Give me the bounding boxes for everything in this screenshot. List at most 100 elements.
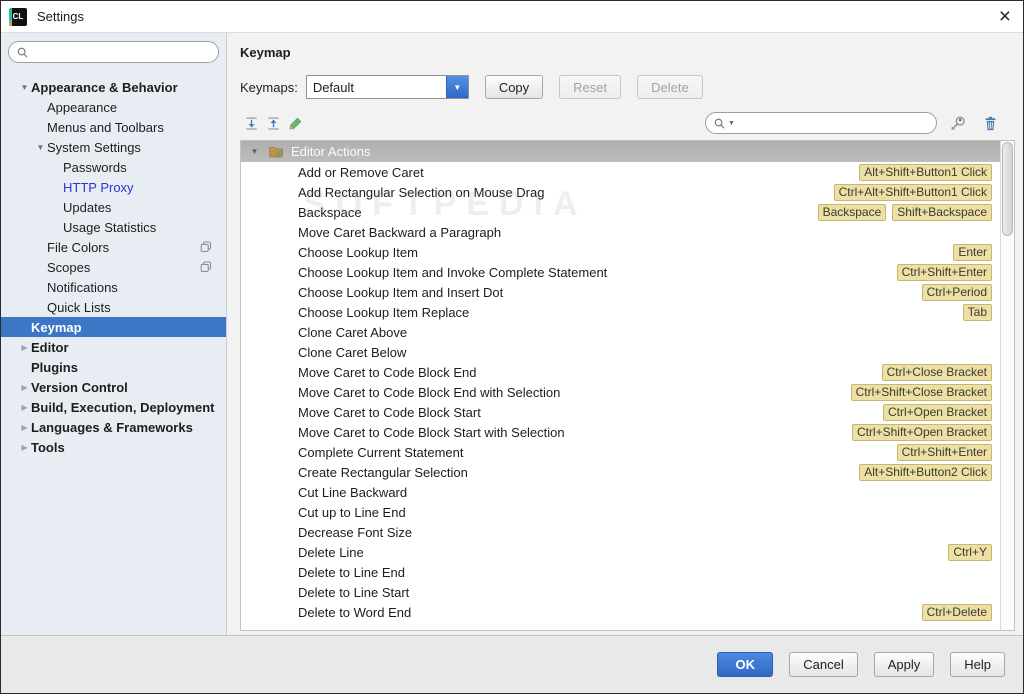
dialog-footer: OK Cancel Apply Help	[1, 635, 1023, 693]
group-expanded-triangle-icon[interactable]: ▼	[248, 147, 261, 156]
cancel-button[interactable]: Cancel	[789, 652, 858, 677]
keymap-action-row[interactable]: Add or Remove Caret Alt+Shift+Button1 Cl…	[241, 162, 1000, 182]
keymap-action-row[interactable]: Choose Lookup Item and Invoke Complete S…	[241, 262, 1000, 282]
tree-triangle-icon[interactable]: ▼	[18, 83, 31, 92]
window-title: Settings	[37, 9, 84, 24]
actions-search-input[interactable]	[738, 116, 928, 130]
sidebar-item-notifications[interactable]: Notifications	[1, 277, 226, 297]
sidebar-search-box[interactable]	[8, 41, 219, 63]
sidebar-item-build-execution-deployment[interactable]: ▶ Build, Execution, Deployment	[1, 397, 226, 417]
keymap-action-row[interactable]: Move Caret to Code Block Start Ctrl+Open…	[241, 402, 1000, 422]
keymap-action-row[interactable]: Clone Caret Below	[241, 342, 1000, 362]
tree-triangle-icon[interactable]: ▶	[18, 423, 31, 432]
keymap-action-row[interactable]: Move Caret to Code Block End with Select…	[241, 382, 1000, 402]
tree-triangle-icon[interactable]: ▶	[18, 443, 31, 452]
keymap-combobox[interactable]: Default ▼	[305, 75, 469, 99]
action-label: Clone Caret Below	[298, 344, 407, 360]
keymap-action-row[interactable]: Cut Line Backward	[241, 482, 1000, 502]
shortcut-badge: Ctrl+Shift+Close Bracket	[850, 383, 992, 401]
expand-all-button[interactable]	[240, 113, 262, 133]
chevron-down-icon[interactable]: ▼	[445, 76, 468, 98]
sidebar-item-label: Scopes	[47, 259, 91, 275]
title-bar: CL Settings ×	[1, 1, 1023, 33]
keymap-action-row[interactable]: Delete to Word End Ctrl+Delete	[241, 602, 1000, 622]
action-label: Complete Current Statement	[298, 444, 464, 460]
tree-triangle-icon[interactable]: ▼	[34, 143, 47, 152]
keymap-action-row[interactable]: Complete Current Statement Ctrl+Shift+En…	[241, 442, 1000, 462]
actions-group-label: Editor Actions	[291, 144, 371, 159]
sidebar-item-quick-lists[interactable]: Quick Lists	[1, 297, 226, 317]
actions-rows-container: Add or Remove Caret Alt+Shift+Button1 Cl…	[241, 162, 1000, 622]
remove-shortcut-button[interactable]	[979, 113, 1001, 133]
find-actions-by-shortcut-button[interactable]	[947, 113, 969, 133]
edit-shortcut-button[interactable]	[284, 113, 306, 133]
sidebar-item-tools[interactable]: ▶ Tools	[1, 437, 226, 457]
help-button[interactable]: Help	[950, 652, 1005, 677]
action-label: Move Caret to Code Block End	[298, 364, 477, 380]
tree-triangle-icon[interactable]: ▶	[18, 403, 31, 412]
shortcut-badge: Ctrl+Y	[948, 543, 992, 561]
keymap-action-row[interactable]: Create Rectangular Selection Alt+Shift+B…	[241, 462, 1000, 482]
sidebar-item-editor[interactable]: ▶ Editor	[1, 337, 226, 357]
keymap-action-row[interactable]: Move Caret to Code Block End Ctrl+Close …	[241, 362, 1000, 382]
sidebar-item-languages-frameworks[interactable]: ▶ Languages & Frameworks	[1, 417, 226, 437]
sidebar-item-file-colors[interactable]: File Colors	[1, 237, 226, 257]
keymap-action-row[interactable]: Choose Lookup Item and Insert Dot Ctrl+P…	[241, 282, 1000, 302]
sidebar-item-label: Updates	[63, 199, 112, 215]
keymap-action-row[interactable]: Cut up to Line End	[241, 502, 1000, 522]
sidebar-item-scopes[interactable]: Scopes	[1, 257, 226, 277]
action-label: Choose Lookup Item Replace	[298, 304, 470, 320]
keymap-action-row[interactable]: Backspace Backspace Shift+Backspace	[241, 202, 1000, 222]
copy-button[interactable]: Copy	[484, 75, 544, 99]
sidebar-item-plugins[interactable]: Plugins	[1, 357, 226, 377]
shortcut-badge: Ctrl+Delete	[921, 603, 992, 621]
shortcut-badge: Ctrl+Period	[921, 283, 992, 301]
tree-triangle-icon[interactable]: ▶	[18, 343, 31, 352]
page-title: Keymap	[240, 45, 291, 60]
sidebar-item-appearance[interactable]: Appearance	[1, 97, 226, 117]
clion-icon-text: CL	[12, 12, 24, 21]
actions-group-header[interactable]: ▼ Editor Actions	[241, 141, 1000, 162]
sidebar-item-appearance-behavior[interactable]: ▼ Appearance & Behavior	[1, 77, 226, 97]
sidebar-item-usage-statistics[interactable]: Usage Statistics	[1, 217, 226, 237]
keymap-action-row[interactable]: Choose Lookup Item Enter	[241, 242, 1000, 262]
vertical-scrollbar[interactable]	[1000, 141, 1014, 630]
sidebar-item-label: Menus and Toolbars	[47, 119, 164, 135]
sidebar-item-updates[interactable]: Updates	[1, 197, 226, 217]
sidebar-search-input[interactable]	[33, 45, 210, 59]
scrollbar-thumb[interactable]	[1002, 142, 1013, 236]
dialog-body: ▼ Appearance & Behavior Appearance Menus…	[1, 33, 1023, 635]
keymap-action-row[interactable]: Add Rectangular Selection on Mouse Drag …	[241, 182, 1000, 202]
tree-triangle-icon[interactable]: ▶	[18, 383, 31, 392]
action-label: Move Caret to Code Block End with Select…	[298, 384, 561, 400]
sidebar-item-version-control[interactable]: ▶ Version Control	[1, 377, 226, 397]
ok-button[interactable]: OK	[717, 652, 774, 677]
keymap-action-row[interactable]: Delete Line Ctrl+Y	[241, 542, 1000, 562]
sidebar-item-passwords[interactable]: Passwords	[1, 157, 226, 177]
sidebar-item-label: Editor	[31, 339, 69, 355]
shortcut-badge: Ctrl+Shift+Enter	[896, 263, 992, 281]
sidebar-item-system-settings[interactable]: ▼ System Settings	[1, 137, 226, 157]
search-options-caret-icon[interactable]: ▼	[728, 120, 735, 127]
action-label: Move Caret to Code Block Start with Sele…	[298, 424, 565, 440]
keymap-combobox-value: Default	[312, 79, 355, 95]
action-label: Move Caret Backward a Paragraph	[298, 224, 502, 240]
actions-search-box[interactable]: ▼	[705, 112, 937, 134]
sidebar-item-label: HTTP Proxy	[63, 179, 134, 195]
sidebar-item-label: Usage Statistics	[63, 219, 157, 235]
sidebar-item-menus-and-toolbars[interactable]: Menus and Toolbars	[1, 117, 226, 137]
apply-button[interactable]: Apply	[873, 652, 935, 677]
keymap-action-row[interactable]: Move Caret Backward a Paragraph	[241, 222, 1000, 242]
keymap-action-row[interactable]: Clone Caret Above	[241, 322, 1000, 342]
keymap-action-row[interactable]: Choose Lookup Item Replace Tab	[241, 302, 1000, 322]
sidebar-item-label: Passwords	[63, 159, 127, 175]
keymap-action-row[interactable]: Delete to Line Start	[241, 582, 1000, 602]
keymap-action-row[interactable]: Delete to Line End	[241, 562, 1000, 582]
shortcut-badge: Backspace	[817, 203, 887, 221]
keymap-action-row[interactable]: Move Caret to Code Block Start with Sele…	[241, 422, 1000, 442]
sidebar-item-keymap[interactable]: Keymap	[1, 317, 226, 337]
collapse-all-button[interactable]	[262, 113, 284, 133]
keymap-action-row[interactable]: Decrease Font Size	[241, 522, 1000, 542]
close-icon[interactable]: ×	[999, 6, 1011, 27]
sidebar-item-http-proxy[interactable]: HTTP Proxy	[1, 177, 226, 197]
